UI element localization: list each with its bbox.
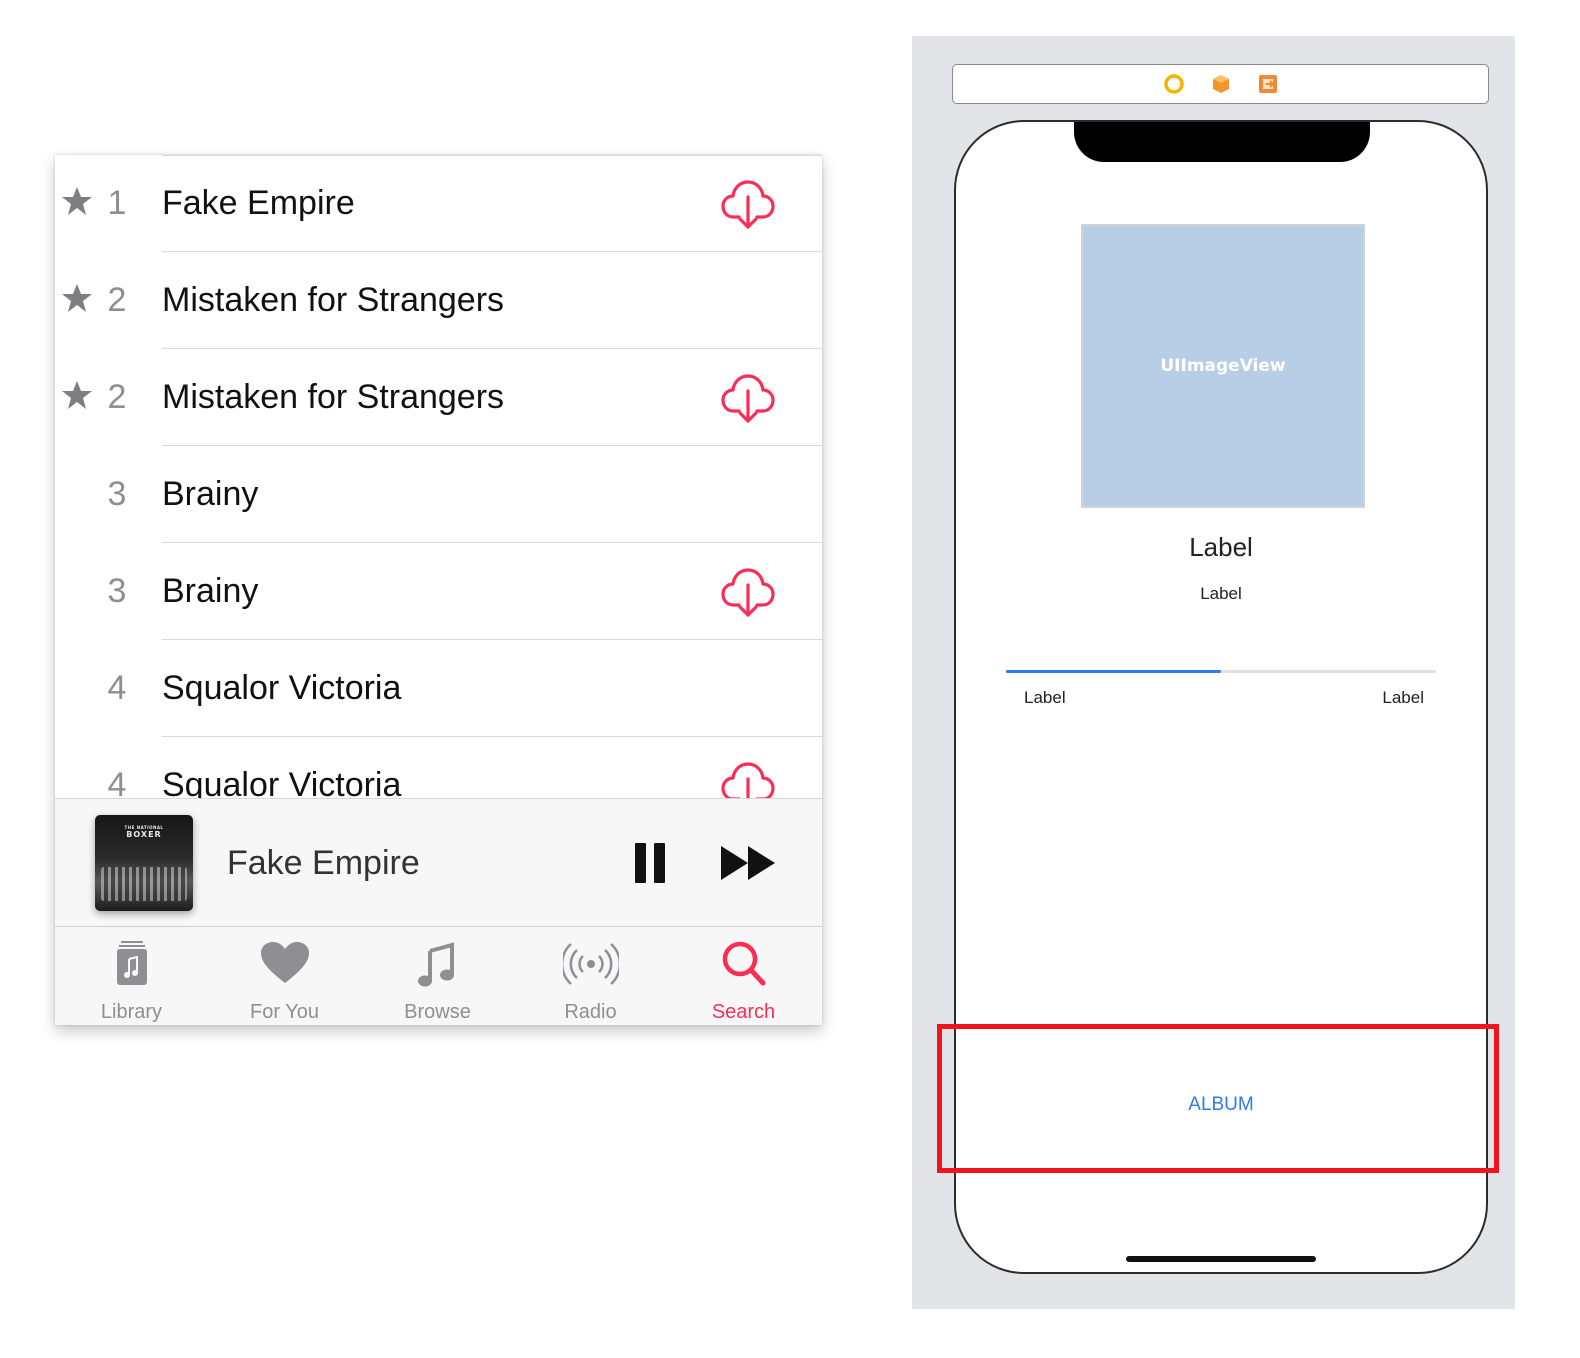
star-icon [61, 282, 93, 314]
search-icon [722, 941, 765, 986]
notch [1074, 122, 1370, 162]
album-art[interactable]: THE NATIONAL BOXER [95, 815, 193, 911]
progress-view[interactable] [1006, 670, 1436, 673]
track-title: Mistaken for Strangers [162, 281, 505, 319]
track-number: 4 [107, 766, 127, 798]
tab-label: Search [711, 1001, 776, 1023]
tab-label: Browse [404, 1001, 471, 1023]
track-number: 2 [107, 378, 127, 416]
track-number: 3 [107, 475, 127, 513]
tab-label: Library [100, 1001, 163, 1023]
track-title: Squalor Victoria [162, 669, 402, 707]
tab-label: Radio [564, 1001, 617, 1023]
view-controller-icon[interactable] [1163, 73, 1185, 95]
album-art-small-text: THE NATIONAL BOXER [124, 825, 164, 839]
first-responder-icon[interactable] [1210, 73, 1232, 95]
divider [162, 155, 822, 156]
tab-radio[interactable]: Radio [514, 927, 667, 1025]
track-row[interactable]: 4 Squalor Victoria [55, 737, 822, 798]
image-view-label: UIImageView [1160, 356, 1286, 376]
track-title: Fake Empire [162, 184, 355, 222]
track-title: Brainy [162, 572, 259, 610]
mini-player[interactable]: THE NATIONAL BOXER Fake Empire [55, 798, 822, 927]
pause-icon [654, 843, 665, 883]
tab-browse[interactable]: Browse [361, 927, 514, 1025]
time-right-label[interactable]: Label [1382, 688, 1424, 708]
music-app-panel: 1 Fake Empire 2 Mistaken for Strangers 2 Mist… [55, 155, 822, 1025]
track-row[interactable]: 1 Fake Empire [55, 155, 822, 252]
scene-dock[interactable] [952, 64, 1489, 104]
music-note-icon [417, 942, 454, 987]
track-number: 4 [107, 669, 127, 707]
tab-bar: Library For You Browse Radio Search [55, 926, 822, 1025]
tab-for-you[interactable]: For You [208, 927, 361, 1025]
cloud-download-icon[interactable] [721, 373, 775, 425]
star-icon [61, 379, 93, 411]
track-row[interactable]: 2 Mistaken for Strangers [55, 252, 822, 349]
home-indicator [1126, 1256, 1316, 1262]
fast-forward-icon [721, 846, 775, 880]
subtitle-label[interactable]: Label [956, 584, 1486, 604]
fast-forward-button[interactable] [719, 844, 777, 882]
track-row[interactable]: 3 Brainy [55, 543, 822, 640]
star-icon [61, 185, 93, 217]
tab-search[interactable]: Search [667, 927, 820, 1025]
heart-icon [260, 942, 309, 983]
track-row[interactable]: 2 Mistaken for Strangers [55, 349, 822, 446]
track-number: 3 [107, 572, 127, 610]
highlight-box [937, 1024, 1499, 1173]
pause-button[interactable] [635, 843, 665, 883]
tab-label: For You [250, 1001, 319, 1023]
library-icon [116, 941, 147, 985]
cloud-download-icon[interactable] [721, 761, 775, 798]
time-left-label[interactable]: Label [1024, 688, 1066, 708]
track-row[interactable]: 4 Squalor Victoria [55, 640, 822, 737]
exit-icon[interactable] [1257, 73, 1279, 95]
track-list: 1 Fake Empire 2 Mistaken for Strangers 2 Mist… [55, 155, 822, 798]
title-label[interactable]: Label [956, 532, 1486, 563]
album-art-photo [101, 867, 187, 901]
track-number: 1 [107, 184, 127, 222]
image-view[interactable]: UIImageView [1081, 224, 1365, 508]
cloud-download-icon[interactable] [721, 179, 775, 231]
track-row[interactable]: 3 Brainy [55, 446, 822, 543]
track-number: 2 [107, 281, 127, 319]
now-playing-title[interactable]: Fake Empire [227, 799, 420, 927]
pause-icon [635, 843, 646, 883]
track-title: Mistaken for Strangers [162, 378, 505, 416]
tab-library[interactable]: Library [55, 927, 208, 1025]
progress-fill [1006, 670, 1221, 673]
cloud-download-icon[interactable] [721, 567, 775, 619]
radio-icon [562, 943, 619, 985]
track-title: Brainy [162, 475, 259, 513]
track-title: Squalor Victoria [162, 766, 402, 798]
